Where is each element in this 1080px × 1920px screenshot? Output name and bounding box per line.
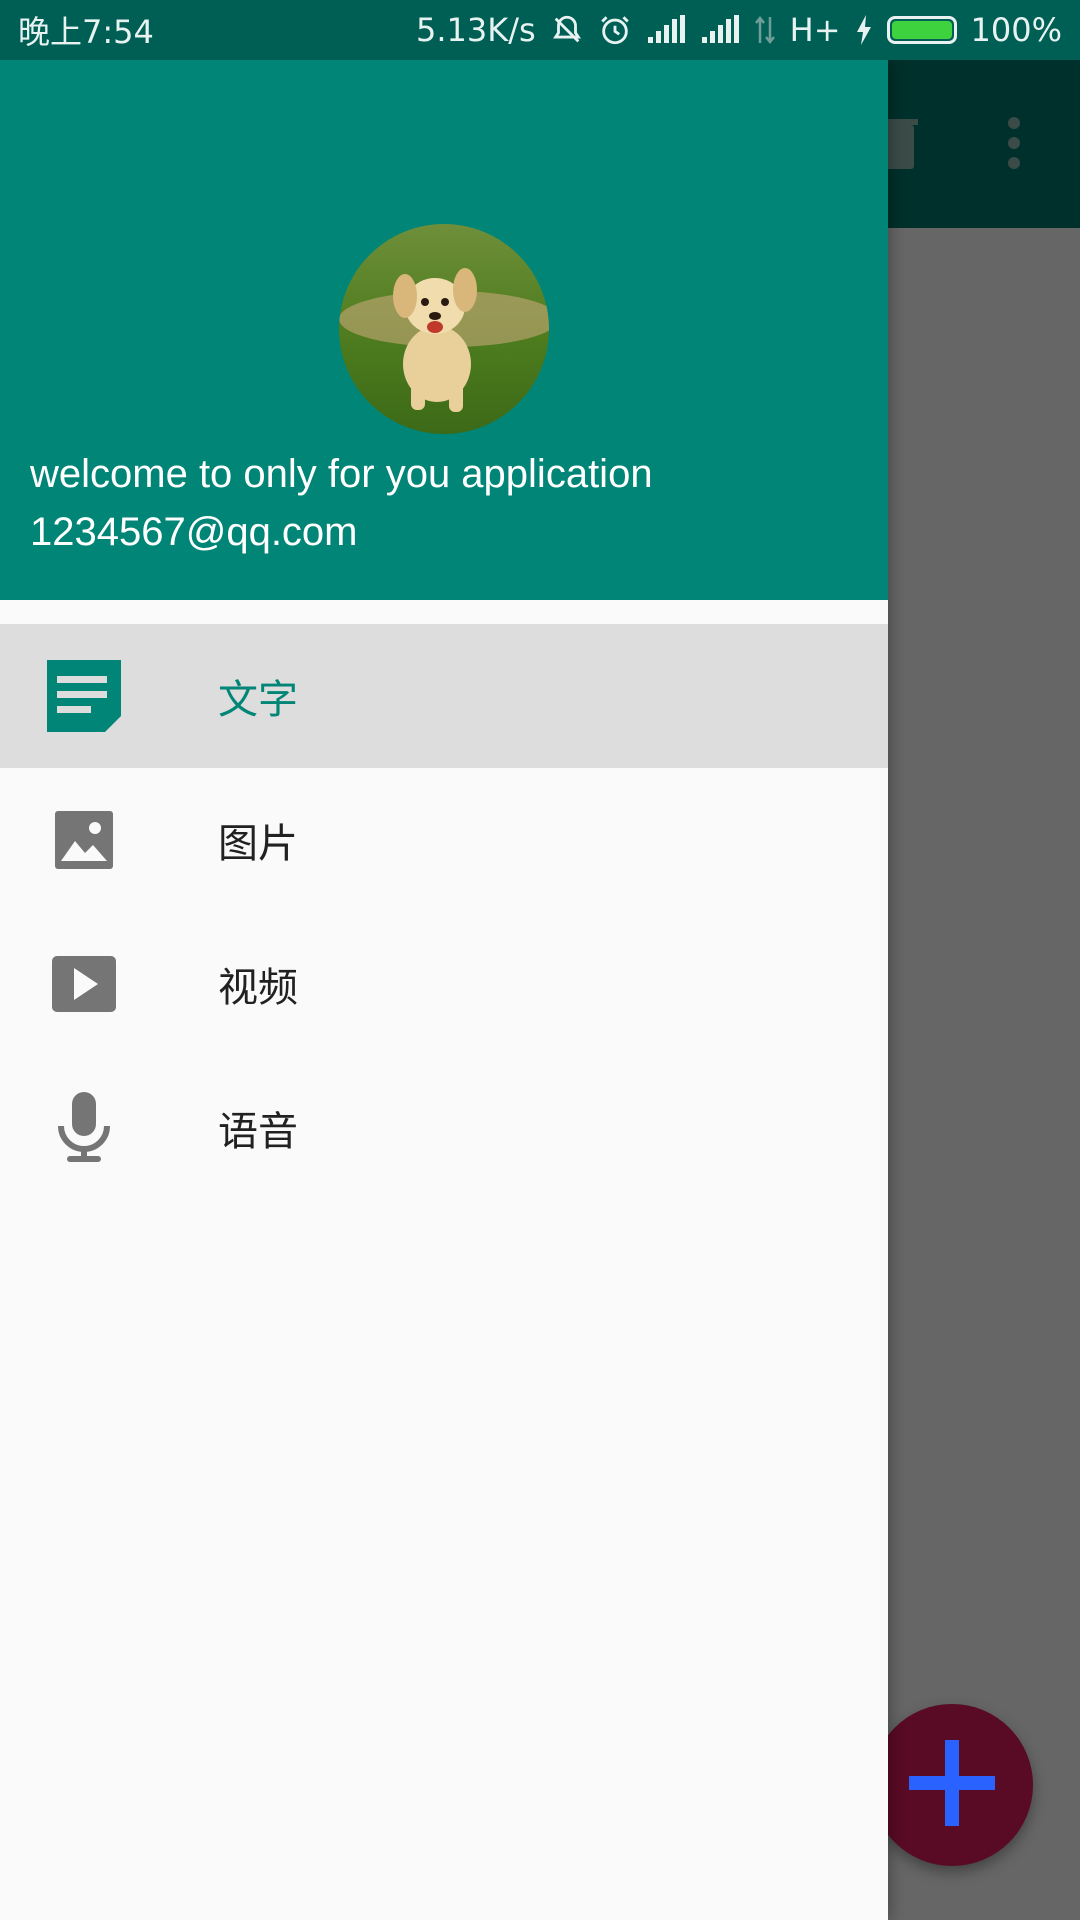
status-time: 晚上7:54 (18, 13, 154, 51)
menu-item-video[interactable]: 视频 (0, 912, 888, 1056)
status-bar: 晚上7:54 5.13K/s H+ 100% (0, 0, 1080, 60)
menu-label-video: 视频 (218, 965, 298, 1011)
image-icon (44, 804, 124, 876)
network-speed: 5.13K/s (415, 11, 536, 49)
welcome-text: welcome to only for you application (30, 452, 653, 496)
drawer-header: welcome to only for you application 1234… (0, 60, 888, 600)
mute-bell-icon (550, 13, 584, 47)
video-icon (44, 948, 124, 1020)
status-icons: 5.13K/s H+ 100% (416, 11, 1062, 49)
avatar[interactable] (339, 224, 549, 434)
menu-label-voice: 语音 (218, 1109, 298, 1155)
signal-icon-1 (646, 15, 686, 45)
navigation-drawer: welcome to only for you application 1234… (0, 60, 888, 1920)
network-type: H+ (789, 11, 841, 49)
menu-item-text[interactable]: 文字 (0, 624, 888, 768)
more-options-button[interactable] (984, 110, 1044, 180)
charging-icon (855, 15, 873, 45)
battery-fill (891, 21, 952, 39)
screen: 晚上7:54 5.13K/s H+ 100% welcome to only f… (0, 0, 1080, 1920)
notes-icon (44, 660, 124, 732)
battery-percent: 100% (970, 11, 1062, 49)
menu-label-text: 文字 (218, 677, 298, 723)
data-transfer-icon (754, 15, 776, 45)
more-vert-icon (1006, 117, 1022, 173)
plus-icon (907, 1738, 997, 1832)
add-fab-button[interactable] (871, 1704, 1033, 1866)
battery-icon (886, 16, 957, 44)
menu-label-image: 图片 (218, 821, 298, 867)
mic-icon (44, 1092, 124, 1164)
drawer-menu: 文字 图片 视频 语音 (0, 624, 888, 1200)
menu-item-image[interactable]: 图片 (0, 768, 888, 912)
user-email: 1234567@qq.com (30, 510, 358, 554)
dog-avatar (339, 224, 549, 434)
signal-icon-2 (700, 15, 740, 45)
menu-item-voice[interactable]: 语音 (0, 1056, 888, 1200)
alarm-icon (598, 13, 632, 47)
